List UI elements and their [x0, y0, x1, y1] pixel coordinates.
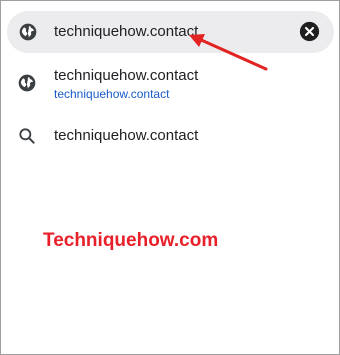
suggestion-title: techniquehow.contact — [54, 127, 199, 144]
globe-icon — [18, 74, 36, 92]
search-icon — [19, 128, 35, 144]
suggestion-url: techniquehow.contact — [54, 87, 170, 101]
address-bar-url[interactable]: techniquehow.contact — [54, 22, 198, 42]
address-bar[interactable]: techniquehow.contact — [7, 11, 334, 53]
suggestion-item-site[interactable]: techniquehow.contact techniquehow.contac… — [1, 63, 339, 107]
clear-icon[interactable] — [299, 21, 320, 42]
annotation-arrow-icon — [189, 34, 268, 71]
watermark-text: Techniquehow.com — [43, 230, 219, 251]
omnibox-dropdown-panel: techniquehow.contact techniquehow.contac… — [0, 0, 340, 355]
suggestion-item-search[interactable]: techniquehow.contact — [1, 121, 339, 153]
globe-icon — [19, 23, 37, 41]
suggestion-title: techniquehow.contact — [54, 67, 199, 84]
